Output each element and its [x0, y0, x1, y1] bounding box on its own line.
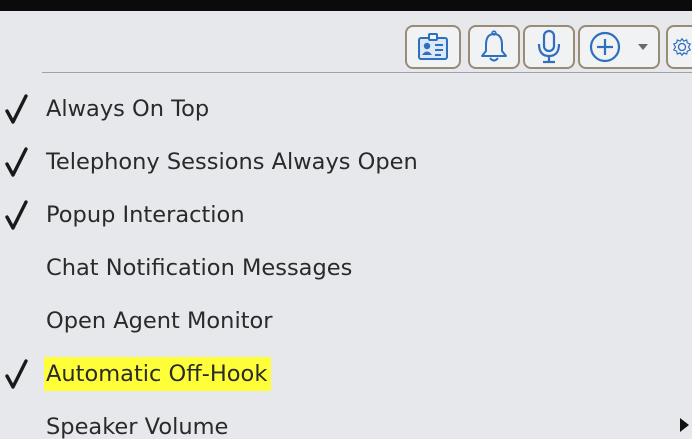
add-button[interactable]	[578, 25, 660, 69]
settings-button[interactable]	[666, 25, 692, 69]
gear-icon	[672, 37, 692, 57]
menu-item-label: Speaker Volume	[46, 414, 229, 439]
menu-item-always-on-top[interactable]: Always On Top	[0, 84, 692, 136]
options-menu-screen: Always On Top Telephony Sessions Always …	[0, 0, 692, 439]
menu-item-label: Telephony Sessions Always Open	[46, 149, 418, 175]
notifications-button[interactable]	[468, 25, 520, 69]
checkmark-icon	[5, 359, 28, 389]
chevron-down-icon[interactable]	[636, 42, 650, 52]
contact-card-icon	[418, 33, 448, 60]
microphone-icon	[537, 29, 561, 64]
menu-item-speaker-volume[interactable]: Speaker Volume	[0, 402, 692, 439]
menu-item-automatic-off-hook[interactable]: Automatic Off-Hook	[0, 349, 692, 401]
plus-circle-icon	[589, 31, 621, 63]
menu-item-label: Automatic Off-Hook	[44, 357, 272, 391]
window-top-bar	[0, 0, 692, 11]
menu-item-chat-notification-messages[interactable]: Chat Notification Messages	[0, 243, 692, 295]
toolbar	[0, 11, 692, 71]
menu-item-label: Always On Top	[46, 96, 210, 122]
menu-item-telephony-sessions-always-open[interactable]: Telephony Sessions Always Open	[0, 137, 692, 189]
menu-item-label: Open Agent Monitor	[46, 308, 273, 334]
checkmark-icon	[5, 200, 28, 230]
toolbar-separator	[42, 72, 692, 73]
bell-icon	[481, 30, 507, 62]
microphone-button[interactable]	[523, 25, 575, 69]
checkmark-icon	[5, 94, 28, 124]
menu-item-label: Chat Notification Messages	[46, 255, 353, 281]
contact-card-button[interactable]	[405, 25, 461, 69]
menu-item-label: Popup Interaction	[46, 202, 245, 228]
checkmark-icon	[5, 147, 28, 177]
submenu-arrow-icon	[680, 418, 689, 432]
menu-item-open-agent-monitor[interactable]: Open Agent Monitor	[0, 296, 692, 348]
menu-item-popup-interaction[interactable]: Popup Interaction	[0, 190, 692, 242]
